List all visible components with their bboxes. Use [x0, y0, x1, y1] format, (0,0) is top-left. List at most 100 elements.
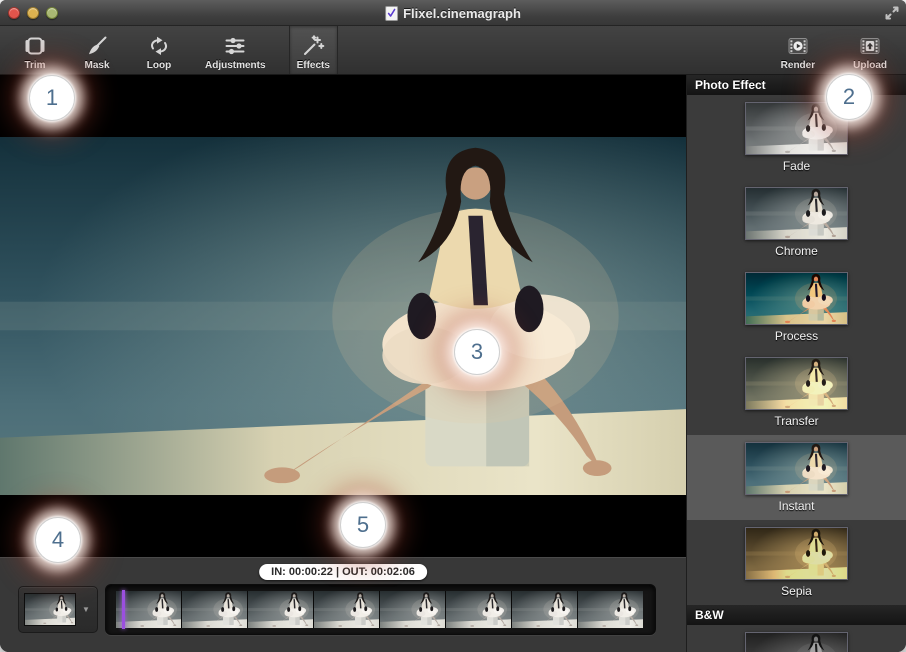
timeline-frame[interactable] — [446, 591, 512, 628]
trim-button[interactable]: Trim — [12, 26, 58, 74]
callout-4: 4 — [35, 517, 81, 563]
callout-5: 5 — [340, 502, 386, 548]
timeline-frame[interactable] — [248, 591, 314, 628]
playhead[interactable] — [122, 590, 125, 629]
app-window: Flixel.cinemagraph Trim — [0, 0, 906, 652]
loop-button[interactable]: Loop — [136, 26, 182, 74]
fullscreen-icon[interactable] — [885, 6, 899, 20]
callout-5-number: 5 — [357, 512, 369, 538]
toolbar-left-group: Trim Mask Loop — [0, 26, 338, 74]
adjustments-label: Adjustments — [205, 60, 266, 71]
effects-sidebar: Photo Effect — [686, 75, 906, 652]
effect-item[interactable]: Process — [687, 265, 906, 350]
timeline-strip — [105, 584, 656, 635]
traffic-lights — [8, 7, 58, 19]
callout-1-number: 1 — [46, 85, 58, 111]
timeline-frame[interactable] — [578, 591, 643, 628]
upload-label: Upload — [853, 60, 887, 71]
callout-1: 1 — [29, 75, 75, 121]
timeline-frame[interactable] — [116, 591, 182, 628]
preview-image — [0, 137, 686, 495]
cinemagraph-artwork — [746, 188, 847, 239]
effect-item[interactable]: Instant — [687, 435, 906, 520]
loop-icon — [147, 33, 171, 59]
effect-item-partial[interactable] — [687, 625, 906, 652]
window-title: Flixel.cinemagraph — [385, 0, 521, 26]
upload-button[interactable]: Upload — [846, 26, 894, 74]
titlebar: Flixel.cinemagraph — [0, 0, 906, 26]
toolbar-right-group: Render Upload — [774, 26, 906, 74]
callout-3-number: 3 — [471, 339, 483, 365]
film-play-icon — [786, 33, 810, 59]
toolbar: Trim Mask Loop — [0, 26, 906, 75]
effect-list: Fade — [687, 95, 906, 605]
mask-button[interactable]: Mask — [74, 26, 120, 74]
cinemagraph-artwork — [314, 591, 379, 628]
effects-button[interactable]: Effects — [289, 26, 338, 74]
section-header-bw: B&W — [687, 605, 906, 625]
effect-thumbnail — [745, 527, 848, 580]
cinemagraph-artwork — [578, 591, 643, 628]
cinemagraph-artwork — [512, 591, 577, 628]
document-icon — [385, 6, 398, 21]
sliders-icon — [223, 33, 247, 59]
window-title-text: Flixel.cinemagraph — [403, 6, 521, 21]
cinemagraph-artwork — [248, 591, 313, 628]
film-upload-icon — [858, 33, 882, 59]
timeline-frame[interactable] — [314, 591, 380, 628]
effect-item[interactable]: Sepia — [687, 520, 906, 605]
mask-label: Mask — [84, 60, 109, 71]
close-icon[interactable] — [8, 7, 20, 19]
timeline-section: IN: 00:00:22 | OUT: 00:02:06 — [0, 557, 686, 652]
cinemagraph-artwork — [182, 591, 247, 628]
effect-item[interactable]: Transfer — [687, 350, 906, 435]
effect-label: Transfer — [687, 414, 906, 428]
cinemagraph-artwork — [746, 633, 847, 652]
effect-label: Chrome — [687, 244, 906, 258]
section-header-photo-effect: Photo Effect — [687, 75, 906, 95]
cinemagraph-artwork — [746, 443, 847, 494]
magic-wand-icon — [301, 33, 325, 59]
brush-icon — [85, 33, 109, 59]
chevron-down-icon[interactable]: ▼ — [76, 587, 96, 632]
effect-thumbnail — [745, 632, 848, 652]
timeline-frame[interactable] — [380, 591, 446, 628]
preview-viewer — [0, 75, 686, 557]
clip-thumbnail — [24, 593, 76, 626]
effect-thumbnail — [745, 357, 848, 410]
callout-2-number: 2 — [843, 84, 855, 110]
effect-item[interactable]: Fade — [687, 95, 906, 180]
adjustments-button[interactable]: Adjustments — [198, 26, 273, 74]
cinemagraph-artwork — [746, 273, 847, 324]
cinemagraph-artwork — [0, 137, 686, 495]
trim-icon — [23, 33, 47, 59]
timeline-frames — [116, 591, 643, 628]
cinemagraph-artwork — [116, 591, 181, 628]
effect-item[interactable]: Chrome — [687, 180, 906, 265]
cinemagraph-artwork — [380, 591, 445, 628]
callout-3: 3 — [454, 329, 500, 375]
effect-thumbnail — [745, 442, 848, 495]
effect-label: Process — [687, 329, 906, 343]
timeline-frame[interactable] — [512, 591, 578, 628]
effects-label: Effects — [297, 60, 330, 71]
render-button[interactable]: Render — [774, 26, 822, 74]
effect-label: Instant — [687, 499, 906, 513]
effect-label: Fade — [687, 159, 906, 173]
effect-thumbnail — [745, 187, 848, 240]
loop-label: Loop — [147, 60, 171, 71]
cinemagraph-artwork — [746, 528, 847, 579]
minimize-icon[interactable] — [27, 7, 39, 19]
clip-selector[interactable]: ▼ — [18, 586, 98, 633]
cinemagraph-artwork — [25, 594, 75, 625]
render-label: Render — [781, 60, 815, 71]
in-out-badge: IN: 00:00:22 | OUT: 00:02:06 — [259, 564, 427, 580]
trim-label: Trim — [24, 60, 45, 71]
zoom-icon[interactable] — [46, 7, 58, 19]
effect-label: Sepia — [687, 584, 906, 598]
effect-thumbnail — [745, 272, 848, 325]
timeline-frame[interactable] — [182, 591, 248, 628]
cinemagraph-artwork — [746, 358, 847, 409]
callout-2: 2 — [826, 74, 872, 120]
cinemagraph-artwork — [446, 591, 511, 628]
